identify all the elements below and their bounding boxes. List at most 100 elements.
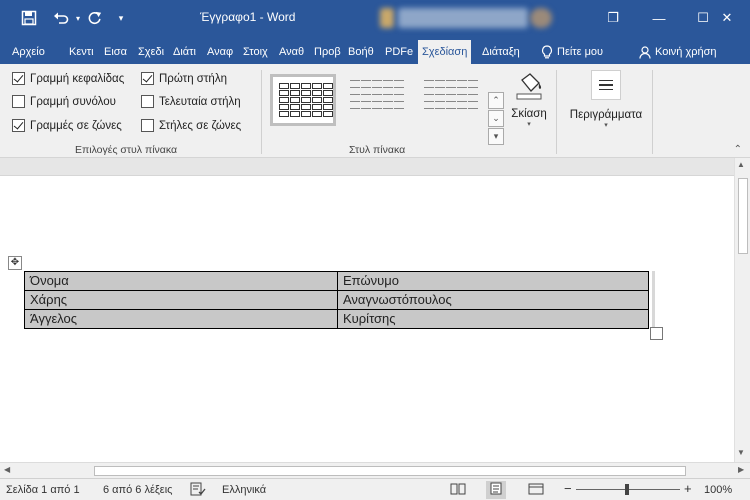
table-row: Όνομα Επώνυμο [24,271,649,291]
undo-dropdown-button[interactable]: ▾ [72,0,84,36]
total-row-checkbox[interactable]: Γραμμή συνόλου [12,95,116,108]
scroll-up-icon[interactable]: ▲ [737,160,745,169]
banded-columns-label: Στήλες σε ζώνες [159,119,242,132]
minimize-icon: — [652,10,666,26]
table-styles-group-label: Στυλ πίνακα [349,144,406,156]
read-mode-icon[interactable] [450,482,466,499]
tab-review[interactable]: Αναθ [276,40,307,64]
lightbulb-icon [541,45,553,59]
tab-mailings[interactable]: Στοιχ [240,40,271,64]
tab-layout[interactable]: Διάτι [170,40,199,64]
undo-icon [54,12,69,24]
chevron-down-icon: ▾ [527,121,531,128]
shading-label: Σκίαση [511,108,547,120]
ribbon-tabs: Αρχείο Κεντι Εισα Σχεδι Διάτι Αναφ Στοιχ… [0,36,750,64]
tab-help[interactable]: Βοήθ [345,40,377,64]
gallery-scroll-up-button[interactable]: ⌃ [488,92,504,109]
table-style-plain-2[interactable] [418,74,484,126]
table-style-plain-1[interactable] [344,74,410,126]
horizontal-scrollbar[interactable]: ◀ ▶ [0,462,750,478]
checkbox-checked[interactable] [12,72,25,85]
table-move-handle-icon[interactable]: ✥ [8,256,22,270]
vertical-scrollbar[interactable]: ▲ ▼ [734,158,750,462]
language-indicator[interactable]: Ελληνικά [222,484,266,496]
tab-references[interactable]: Αναφ [204,40,236,64]
shading-button[interactable]: Σκίαση ▾ [508,72,550,152]
gallery-more-button[interactable]: ▾ [488,128,504,145]
gallery-scroll-down-button[interactable]: ⌄ [488,110,504,127]
checkbox-unchecked[interactable] [12,95,25,108]
collapse-ribbon-button[interactable]: ⌃ [734,144,742,155]
blurred-account-icon [380,8,394,28]
table-resize-handle[interactable] [650,327,663,340]
scroll-right-icon[interactable]: ▶ [738,465,744,474]
end-of-row-markers [650,271,658,328]
header-row-label: Γραμμή κεφαλίδας [30,72,125,85]
save-button[interactable] [14,0,44,36]
checkbox-unchecked[interactable] [141,119,154,132]
tab-design[interactable]: Σχεδι [135,40,167,64]
customize-quick-access-button[interactable]: ▾ [112,0,130,36]
tab-table-layout[interactable]: Διάταξη [479,40,523,64]
data-table[interactable]: Όνομα Επώνυμο Χάρης Αναγνωστόπουλος Άγγε… [24,271,649,329]
page-count[interactable]: Σελίδα 1 από 1 [6,484,80,496]
status-bar: Σελίδα 1 από 1 6 από 6 λέξεις Ελληνικά −… [0,478,750,500]
table-cell[interactable]: Άγγελος [24,309,338,329]
zoom-in-button[interactable]: + [684,481,692,496]
proofing-icon[interactable] [190,482,206,499]
banded-columns-checkbox[interactable]: Στήλες σε ζώνες [141,119,241,132]
checkbox-checked[interactable] [12,119,25,132]
redo-button[interactable] [84,0,106,36]
table-cell[interactable]: Όνομα [24,271,338,291]
group-separator [261,70,262,154]
word-count[interactable]: 6 από 6 λέξεις [103,484,172,496]
tab-table-design[interactable]: Σχεδίαση [418,40,472,64]
document-page[interactable]: ✥ Όνομα Επώνυμο Χάρης Αναγνωστόπουλος Άγ… [0,158,734,462]
first-column-checkbox[interactable]: Πρώτη στήλη [141,72,227,85]
document-title: Έγγραφο1 - Word [200,10,296,24]
page-top-margin [0,158,734,176]
tab-view[interactable]: Προβ [311,40,344,64]
header-row-checkbox[interactable]: Γραμμή κεφαλίδας [12,72,124,85]
table-cell[interactable]: Χάρης [24,290,338,310]
chevron-down-icon: ⌄ [492,113,500,123]
table-cell[interactable]: Κυρίτσης [337,309,649,329]
chevron-up-icon: ⌃ [492,95,500,105]
scroll-left-icon[interactable]: ◀ [4,465,10,474]
banded-rows-checkbox[interactable]: Γραμμές σε ζώνες [12,119,122,132]
scroll-down-icon[interactable]: ▼ [737,448,745,457]
zoom-level[interactable]: 100% [704,484,732,496]
zoom-out-button[interactable]: − [564,481,572,496]
table-row: Άγγελος Κυρίτσης [24,309,649,329]
table-styles-gallery [268,70,486,130]
table-style-grid[interactable] [270,74,336,126]
minimize-button[interactable]: — [636,0,682,36]
table-cell[interactable]: Αναγνωστόπουλος [337,290,649,310]
group-separator [652,70,653,154]
share-button[interactable]: Κοινή χρήση [636,40,720,64]
checkbox-unchecked[interactable] [141,95,154,108]
chevron-down-icon: ▾ [604,122,608,129]
tab-home[interactable]: Κεντι [66,40,97,64]
horizontal-scroll-thumb[interactable] [94,466,686,476]
table-cell[interactable]: Επώνυμο [337,271,649,291]
more-icon: ▾ [493,131,499,141]
print-layout-icon[interactable] [486,481,506,499]
zoom-slider-handle[interactable] [625,484,629,495]
borders-button[interactable]: Περιγράμματα ▾ [564,70,648,150]
share-label: Κοινή χρήση [655,46,717,58]
tab-insert[interactable]: Εισα [101,40,130,64]
checkbox-checked[interactable] [141,72,154,85]
customize-dropdown-icon: ▾ [118,12,124,23]
tab-file[interactable]: Αρχείο [9,40,48,64]
blurred-avatar [530,8,552,28]
tell-me-search[interactable]: Πείτε μου [538,40,606,64]
web-layout-icon[interactable] [528,482,544,499]
close-button[interactable]: ✕ [704,0,750,36]
table-style-options-group-label: Επιλογές στυλ πίνακα [75,144,178,156]
ribbon-display-options-button[interactable]: ❐ [590,0,636,36]
tab-pdfelement[interactable]: PDFe [382,40,416,64]
last-column-checkbox[interactable]: Τελευταία στήλη [141,95,241,108]
undo-button[interactable] [48,0,74,36]
vertical-scroll-thumb[interactable] [738,178,748,254]
